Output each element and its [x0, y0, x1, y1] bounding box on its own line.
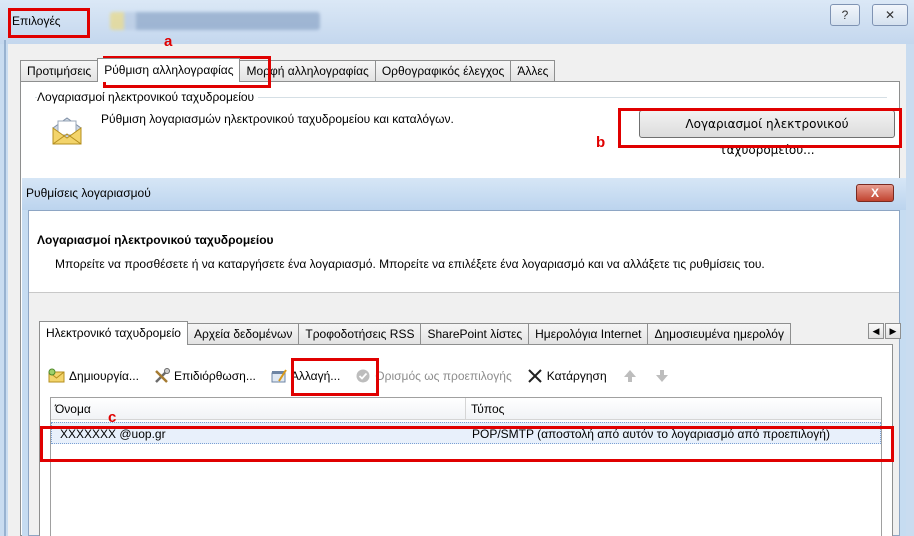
account-settings-titlebar: Ρυθμίσεις λογαριασμού X	[22, 178, 906, 210]
column-header-name[interactable]: Όνομα	[55, 402, 91, 416]
tab-scroll-right-button[interactable]: ▶	[885, 323, 901, 339]
remove-button[interactable]: Κατάργηση	[526, 365, 607, 387]
email-accounts-description: Ρύθμιση λογαριασμών ηλεκτρονικού ταχυδρο…	[101, 112, 454, 126]
email-tab-panel: Δημιουργία... Επιδιόρθωση... Αλλαγή... Ο…	[39, 344, 893, 536]
blurred-background-title	[110, 12, 320, 30]
account-settings-frame: Λογαριασμοί ηλεκτρονικού ταχυδρομείου Μπ…	[28, 210, 901, 536]
change-label: Αλλαγή...	[290, 369, 341, 383]
arrow-up-icon	[623, 370, 636, 382]
set-default-button[interactable]: Ορισμός ως προεπιλογής	[354, 365, 512, 387]
new-account-button[interactable]: Δημιουργία...	[48, 365, 139, 387]
account-row[interactable]: XXXXXXX @uop.gr POP/SMTP (αποστολή από α…	[51, 422, 881, 444]
column-header-type[interactable]: Τύπος	[471, 402, 504, 416]
repair-tools-icon	[155, 368, 170, 383]
tab-scroll-left-button[interactable]: ◀	[868, 323, 884, 339]
options-titlebar: Επιλογές ? ✕	[0, 0, 914, 44]
email-accounts-icon	[52, 117, 82, 145]
options-window-title: Επιλογές	[12, 14, 61, 28]
tab-sharepoint-lists[interactable]: SharePoint λίστες	[420, 323, 530, 345]
tab-email[interactable]: Ηλεκτρονικό ταχυδρομείο	[39, 321, 188, 345]
tab-data-files[interactable]: Αρχεία δεδομένων	[186, 323, 300, 345]
change-settings-icon	[271, 369, 287, 383]
repair-label: Επιδιόρθωση...	[173, 369, 256, 383]
remove-label: Κατάργηση	[546, 369, 607, 383]
move-down-button[interactable]	[653, 365, 671, 387]
remove-x-icon	[528, 369, 542, 383]
set-default-label: Ορισμός ως προεπιλογής	[375, 369, 512, 383]
accounts-list-header: Όνομα Τύπος	[51, 398, 881, 420]
column-divider[interactable]	[465, 398, 466, 420]
tab-mail-format[interactable]: Μορφή αλληλογραφίας	[239, 60, 376, 82]
move-up-button[interactable]	[621, 365, 639, 387]
new-mail-icon	[48, 368, 65, 383]
close-options-button[interactable]: ✕	[872, 4, 908, 26]
tab-published-calendars[interactable]: Δημοσιευμένα ημερολόγ	[647, 323, 791, 345]
tab-scroll-buttons: ◀ ▶	[868, 323, 901, 339]
repair-button[interactable]: Επιδιόρθωση...	[153, 365, 256, 387]
account-name-cell: XXXXXXX @uop.gr	[60, 427, 166, 441]
annotation-label-c: c	[108, 409, 117, 426]
change-button[interactable]: Αλλαγή...	[270, 365, 340, 387]
checkmark-circle-icon	[356, 369, 370, 383]
options-tabs: Προτιμήσεις Ρύθμιση αλληλογραφίας Μορφή …	[20, 58, 556, 82]
tab-internet-calendars[interactable]: Ημερολόγια Internet	[528, 323, 649, 345]
tab-preferences[interactable]: Προτιμήσεις	[20, 60, 99, 82]
window-border	[4, 40, 6, 536]
tab-other[interactable]: Άλλες	[510, 60, 556, 82]
arrow-down-icon	[655, 370, 668, 382]
email-accounts-group-title: Λογαριασμοί ηλεκτρονικού ταχυδρομείου	[37, 90, 259, 104]
accounts-toolbar: Δημιουργία... Επιδιόρθωση... Αλλαγή... Ο…	[48, 365, 685, 387]
accounts-list: Όνομα Τύπος XXXXXXX @uop.gr POP/SMTP (απ…	[50, 397, 882, 536]
help-button[interactable]: ?	[830, 4, 860, 26]
email-accounts-button[interactable]: Λογαριασμοί ηλεκτρονικού ταχυδρομείου...	[639, 110, 895, 157]
header-title: Λογαριασμοί ηλεκτρονικού ταχυδρομείου	[37, 233, 274, 247]
account-type-cell: POP/SMTP (αποστολή από αυτόν το λογαριασ…	[472, 427, 830, 441]
tab-spelling[interactable]: Ορθογραφικός έλεγχος	[374, 60, 512, 82]
new-account-label: Δημιουργία...	[69, 369, 139, 383]
account-settings-dialog: Ρυθμίσεις λογαριασμού X Λογαριασμοί ηλεκ…	[22, 178, 906, 536]
close-account-settings-button[interactable]: X	[856, 184, 894, 202]
account-settings-tabs: Ηλεκτρονικό ταχυδρομείο Αρχεία δεδομένων…	[39, 321, 791, 345]
tab-mail-setup[interactable]: Ρύθμιση αλληλογραφίας	[97, 58, 241, 82]
annotation-label-a: a	[164, 33, 173, 50]
annotation-label-b: b	[596, 134, 606, 151]
tab-rss-feeds[interactable]: Τροφοδοτήσεις RSS	[298, 323, 422, 345]
account-settings-title: Ρυθμίσεις λογαριασμού	[26, 186, 151, 200]
header-description: Μπορείτε να προσθέσετε ή να καταργήσετε …	[55, 257, 765, 271]
account-settings-header: Λογαριασμοί ηλεκτρονικού ταχυδρομείου Μπ…	[29, 211, 899, 293]
